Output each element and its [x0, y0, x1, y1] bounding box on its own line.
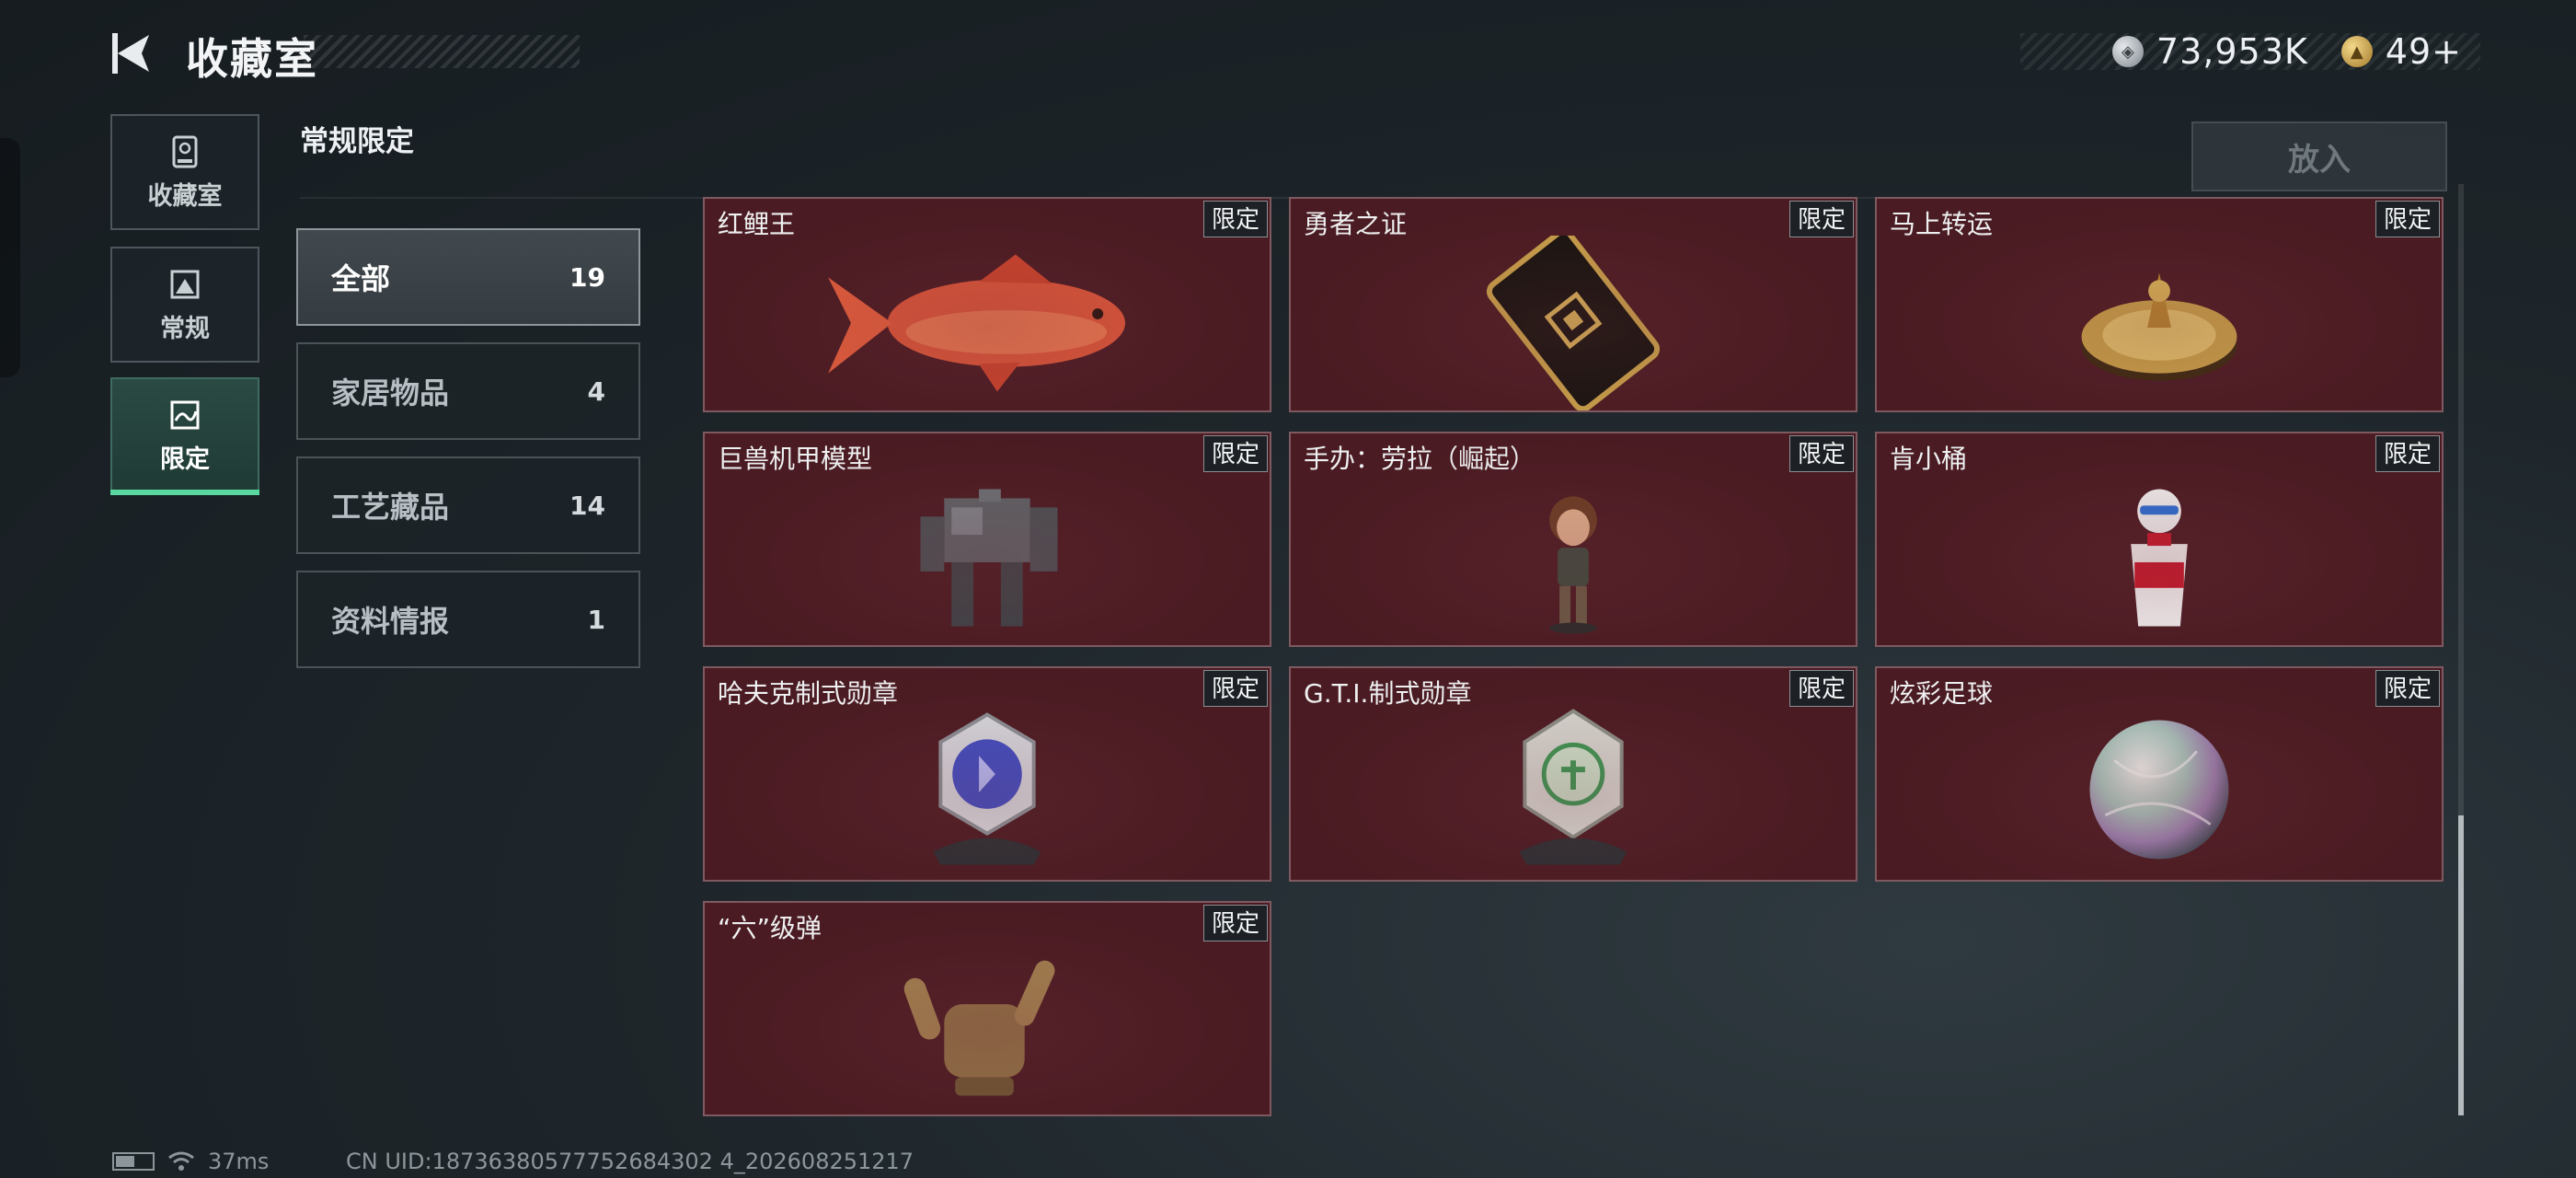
subcategory-count: 14: [569, 490, 605, 521]
limited-frame-icon: [170, 400, 200, 429]
rail-item-label: 收藏室: [147, 181, 223, 211]
kfc-bucket-icon: [2131, 489, 2188, 627]
carp-fish-icon: [828, 254, 1126, 392]
limited-tag: 限定: [1202, 905, 1268, 941]
wifi-icon: [168, 1151, 194, 1171]
gold-spinner-icon: [2081, 272, 2237, 381]
silver-coin-icon: ◈: [2111, 36, 2144, 67]
uid-text: CN UID:18736380577752684302 4_2026082512…: [346, 1149, 914, 1174]
battery-icon: [112, 1152, 155, 1171]
currency-gold-value[interactable]: 49+: [2386, 31, 2462, 72]
subcategory-intel[interactable]: 资料情报 1: [296, 571, 640, 668]
subcategory-count: 19: [569, 261, 605, 293]
subcategory-count: 1: [587, 604, 605, 635]
item-card-gti-medal[interactable]: G.T.I.制式勋章 限定: [1289, 666, 1857, 882]
section-heading: 常规限定: [300, 125, 414, 158]
medal-blue-icon: [933, 712, 1041, 865]
badge-card-icon: [1486, 236, 1661, 410]
item-card-carp[interactable]: 红鲤王 限定: [703, 197, 1271, 412]
limited-tag: 限定: [1788, 435, 1854, 472]
item-card-haavk-medal[interactable]: 哈夫克制式勋章 限定: [703, 666, 1271, 882]
rail-item-limited[interactable]: 限定: [110, 377, 259, 493]
limited-tag: 限定: [1202, 435, 1268, 472]
page-title: 收藏室: [186, 34, 318, 84]
item-card-lara-figure[interactable]: 手办：劳拉（崛起） 限定: [1289, 432, 1857, 647]
limited-tag: 限定: [2375, 435, 2440, 472]
limited-tag: 限定: [1788, 670, 1854, 707]
subcategory-all[interactable]: 全部 19: [296, 228, 640, 326]
rail-item-label: 限定: [160, 445, 210, 474]
limited-tag: 限定: [2375, 201, 2440, 237]
rail-item-collection[interactable]: 收藏室: [110, 114, 259, 230]
subcategory-name: 家居物品: [331, 375, 450, 410]
medal-green-icon: [1519, 709, 1627, 865]
rail-item-regular[interactable]: 常规: [110, 247, 259, 363]
iridescent-ball-icon: [2089, 720, 2229, 860]
subcategory-name: 全部: [331, 261, 391, 296]
hand-sign-icon: [903, 960, 1055, 1096]
item-card-kfc-bucket[interactable]: 肯小桶 限定: [1875, 432, 2444, 647]
currency-silver-value: 73,953K: [2156, 31, 2308, 72]
subcategory-home-items[interactable]: 家居物品 4: [296, 342, 640, 440]
title-decoration: [304, 35, 580, 68]
scrollbar-thumb[interactable]: [2458, 815, 2464, 1115]
item-card-six-grade[interactable]: “六”级弹 限定: [703, 901, 1271, 1116]
currency-bar: ◈ 73,953K ▲ 49+: [2020, 31, 2480, 72]
subcategory-crafts[interactable]: 工艺藏品 14: [296, 456, 640, 554]
item-card-mech-model[interactable]: 巨兽机甲模型 限定: [703, 432, 1271, 647]
place-button[interactable]: 放入: [2191, 121, 2447, 191]
figure-lara-icon: [1549, 496, 1597, 634]
back-button[interactable]: [109, 29, 156, 77]
rail-active-indicator: [110, 490, 259, 495]
status-footer: 37ms: [112, 1149, 269, 1174]
image-frame-icon: [170, 270, 200, 298]
limited-tag: 限定: [1202, 670, 1268, 707]
item-card-iridescent-ball[interactable]: 炫彩足球 限定: [1875, 666, 2444, 882]
rail-item-label: 常规: [160, 314, 210, 343]
back-arrow-icon: [112, 33, 149, 74]
limited-tag: 限定: [1202, 201, 1268, 237]
limited-tag: 限定: [1788, 201, 1854, 237]
mech-model-icon: [920, 489, 1058, 627]
trophy-icon: [172, 135, 198, 167]
ping-text: 37ms: [208, 1149, 270, 1174]
gold-coin-icon: ▲: [2340, 36, 2373, 67]
side-edge-handle: [0, 138, 20, 377]
item-card-hero-proof[interactable]: 勇者之证 限定: [1289, 197, 1857, 412]
limited-tag: 限定: [2375, 670, 2440, 707]
subcategory-count: 4: [587, 375, 605, 407]
item-card-lucky-spinner[interactable]: 马上转运 限定: [1875, 197, 2444, 412]
subcategory-name: 工艺藏品: [331, 490, 450, 525]
subcategory-name: 资料情报: [331, 604, 450, 639]
